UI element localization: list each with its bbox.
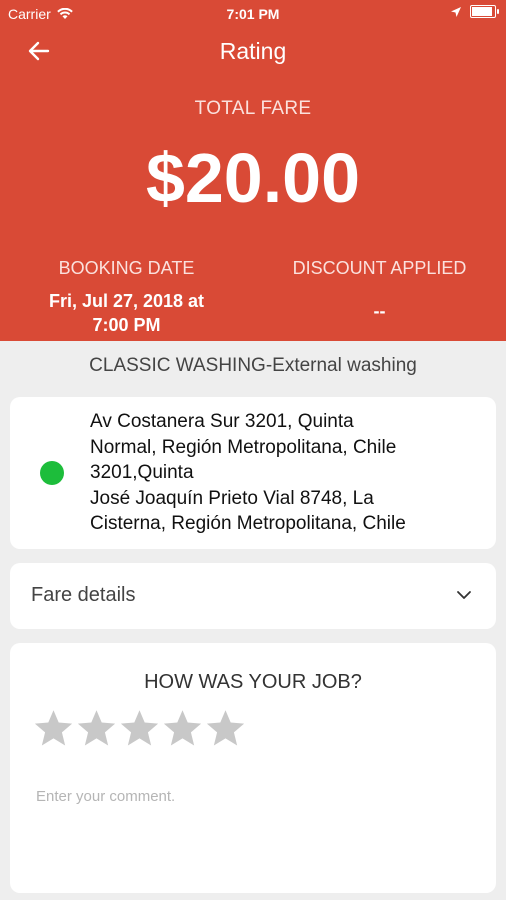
address-line: Av Costanera Sur 3201, Quinta (90, 411, 354, 432)
total-fare-value: $20.00 (145, 139, 361, 217)
total-fare-label: TOTAL FARE (194, 98, 312, 119)
nav-bar: Rating (0, 34, 506, 70)
star-icon-5[interactable] (204, 707, 247, 751)
service-name: CLASSIC WASHING-External washing (89, 355, 417, 376)
address-line: 3201,Quinta (90, 462, 194, 483)
booking-date-line2: 7:00 PM (92, 315, 161, 335)
location-arrow-icon (451, 6, 461, 17)
discount-value: -- (373, 301, 386, 321)
address-card: Av Costanera Sur 3201, Quinta Normal, Re… (10, 397, 496, 549)
discount-label: DISCOUNT APPLIED (292, 258, 467, 278)
page-title: Rating (219, 38, 287, 64)
battery-icon (470, 5, 499, 18)
rating-question: HOW WAS YOUR JOB? (144, 671, 362, 693)
status-time: 7:01 PM (226, 6, 280, 22)
star-icon-2[interactable] (75, 707, 118, 751)
booking-date-label: BOOKING DATE (58, 258, 195, 278)
fare-details-toggle[interactable]: Fare details (10, 563, 496, 629)
star-icon-3[interactable] (118, 707, 161, 751)
status-right (450, 5, 499, 18)
star-icon-1[interactable] (32, 707, 75, 751)
star-rating (32, 707, 247, 751)
status-bar: Carrier 7:01 PM (0, 0, 506, 28)
address-text: Av Costanera Sur 3201, Quinta Normal, Re… (90, 409, 486, 537)
location-dot-icon (40, 461, 64, 485)
rating-card: HOW WAS YOUR JOB? (10, 643, 496, 893)
comment-input[interactable] (34, 787, 478, 806)
booking-date-value: Fri, Jul 27, 2018 at 7:00 PM (0, 289, 253, 337)
chevron-down-icon (457, 591, 471, 599)
fare-details-label: Fare details (31, 584, 136, 606)
address-line: Normal, Región Metropolitana, Chile (90, 436, 397, 458)
booking-date-block: BOOKING DATE Fri, Jul 27, 2018 at 7:00 P… (0, 258, 253, 337)
discount-block: DISCOUNT APPLIED -- (253, 258, 506, 323)
address-line: Cisterna, Región Metropolitana, Chile (90, 513, 406, 534)
booking-date-line1: Fri, Jul 27, 2018 at (48, 291, 205, 311)
header: Carrier 7:01 PM Rating TOTAL FARE $20.00… (0, 0, 506, 341)
address-line: José Joaquín Prieto Vial 8748, La (90, 487, 374, 509)
star-icon-4[interactable] (161, 707, 204, 751)
